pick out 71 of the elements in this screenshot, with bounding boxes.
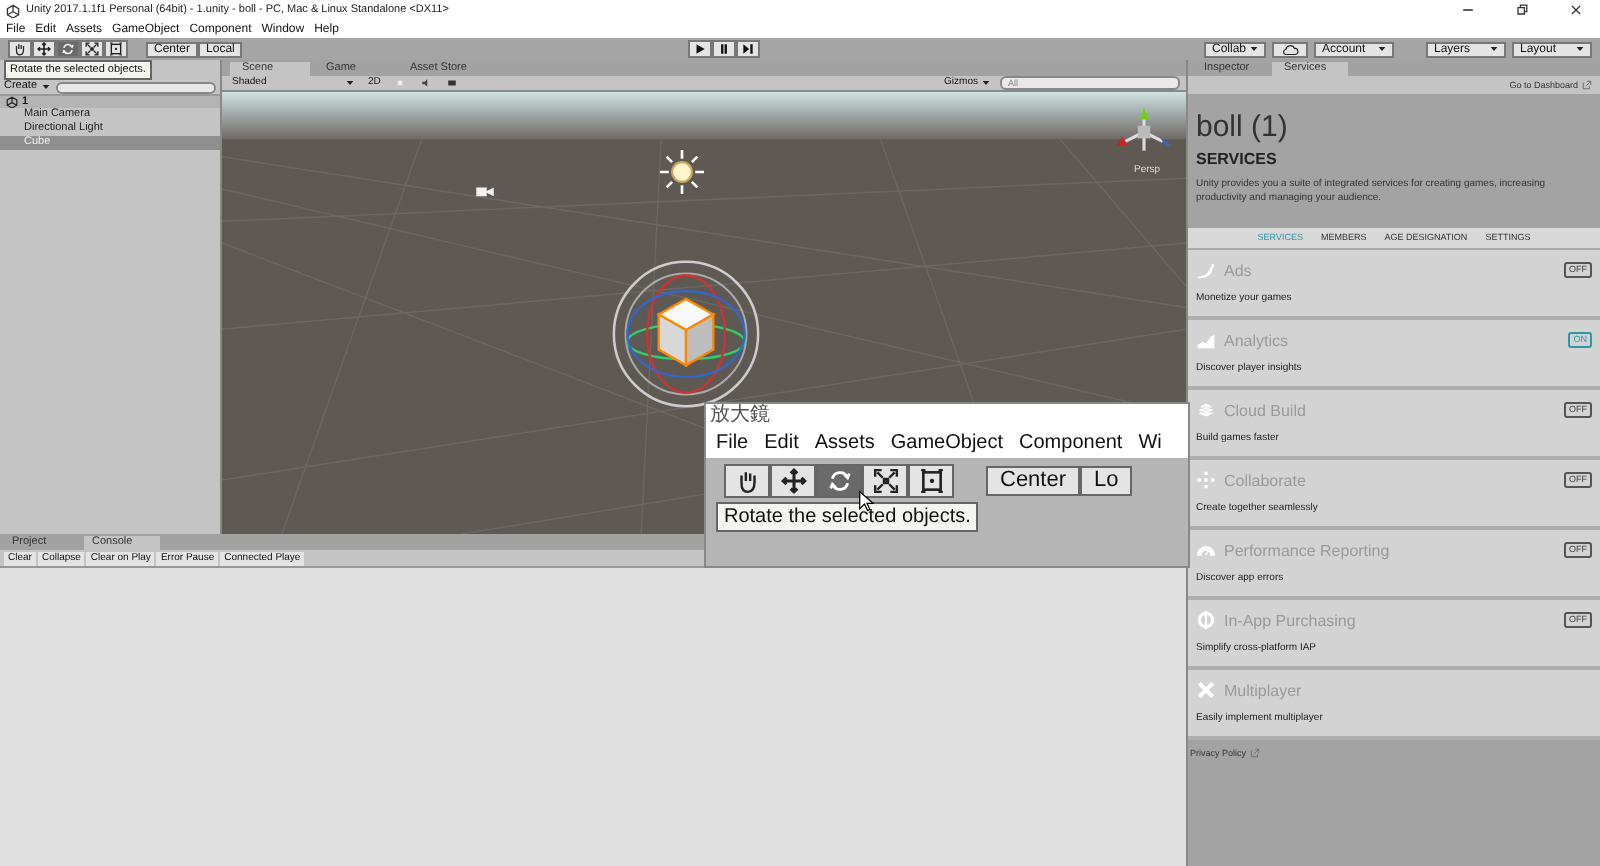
- service-name: Ads: [1224, 261, 1252, 279]
- service-name: Cloud Build: [1224, 401, 1306, 419]
- chart-icon: [1196, 330, 1216, 350]
- restore-icon[interactable]: [1514, 2, 1530, 18]
- service-name: In-App Purchasing: [1224, 611, 1356, 629]
- tool-button[interactable]: [724, 464, 770, 498]
- caret-icon: [982, 80, 990, 86]
- services-heading: SERVICES: [1188, 144, 1600, 168]
- service-name: Collaborate: [1224, 471, 1306, 489]
- external-link-icon: [1250, 748, 1261, 758]
- rect-tool-icon: [917, 468, 945, 494]
- tool-button[interactable]: [104, 40, 128, 58]
- tool-button[interactable]: [816, 464, 862, 498]
- search-field[interactable]: [55, 81, 216, 93]
- cloud-button[interactable]: [1272, 41, 1308, 57]
- menu-item[interactable]: Assets: [814, 432, 875, 454]
- menu-item[interactable]: Component: [1019, 432, 1123, 454]
- close-icon[interactable]: [1568, 2, 1584, 18]
- magnifier-title: 放大鏡: [710, 404, 770, 428]
- caret-icon: [41, 84, 50, 90]
- caret-icon: [1378, 46, 1386, 52]
- stack-icon: [1196, 400, 1216, 420]
- external-link-icon: [1582, 80, 1592, 90]
- wave-icon: [1196, 260, 1216, 280]
- pause-icon: [715, 42, 732, 56]
- service-name: Multiplayer: [1224, 681, 1302, 699]
- project-name: boll (1): [1188, 94, 1600, 144]
- scale-icon: [871, 468, 899, 494]
- caret-icon: [346, 80, 354, 86]
- pause-button[interactable]: [711, 40, 736, 58]
- speaker-icon: [420, 78, 433, 88]
- pivot-button[interactable]: Lo: [1080, 466, 1133, 496]
- tool-button[interactable]: [32, 40, 56, 58]
- unity-logo-icon: [6, 3, 20, 17]
- coin-icon: [1196, 610, 1216, 630]
- tool-button[interactable]: [56, 40, 80, 58]
- menu-item[interactable]: File: [716, 432, 749, 454]
- caret-icon: [1250, 46, 1258, 52]
- move-icon: [36, 42, 52, 56]
- tool-button[interactable]: [908, 464, 954, 498]
- image-icon: [446, 78, 459, 88]
- sun-icon: [394, 78, 407, 88]
- step-icon: [739, 42, 756, 56]
- rect-tool-icon: [108, 42, 124, 56]
- sun-icon: [660, 150, 704, 194]
- rotate-icon: [60, 42, 76, 56]
- dots-icon: [1196, 470, 1216, 490]
- tooltip: Rotate the selected objects.: [716, 502, 979, 532]
- tool-button[interactable]: [770, 464, 816, 498]
- tool-button[interactable]: [8, 40, 32, 58]
- menu-item[interactable]: GameObject: [890, 432, 1004, 454]
- service-name: Performance Reporting: [1224, 541, 1390, 559]
- menu-item[interactable]: Edit: [764, 432, 799, 454]
- caret-icon: [1576, 46, 1584, 52]
- tool-button[interactable]: [80, 40, 104, 58]
- caret-icon: [1490, 46, 1498, 52]
- service-name: Analytics: [1224, 331, 1289, 349]
- scale-icon: [84, 42, 100, 56]
- cloud-icon: [1280, 43, 1300, 55]
- camera-icon: [474, 184, 496, 198]
- move-icon: [779, 468, 807, 494]
- rotate-icon: [825, 468, 853, 494]
- unity-logo-icon: [6, 96, 18, 108]
- hand-icon: [12, 42, 28, 56]
- pivot-button[interactable]: Center: [986, 466, 1081, 496]
- gauge-icon: [1196, 540, 1216, 560]
- play-button[interactable]: [687, 40, 712, 58]
- play-icon: [691, 42, 708, 56]
- tool-button[interactable]: [862, 464, 908, 498]
- menu-item[interactable]: Wi: [1138, 432, 1162, 454]
- step-button[interactable]: [735, 40, 760, 58]
